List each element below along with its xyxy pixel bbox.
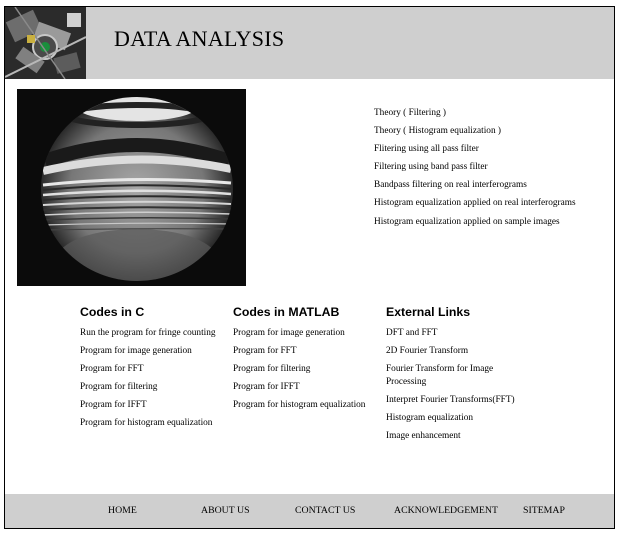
footer-link-contact-us[interactable]: CONTACT US [295, 505, 355, 516]
link-histeq-sample-images[interactable]: Histogram equalization applied on sample… [374, 213, 576, 231]
link-matlab-image-generation[interactable]: Program for image generation [233, 327, 373, 340]
link-c-fringe-counting[interactable]: Run the program for fringe counting [80, 327, 216, 340]
link-dft-and-fft[interactable]: DFT and FFT [386, 327, 521, 340]
footer-link-sitemap[interactable]: SITEMAP [523, 505, 565, 516]
interferogram-image [17, 89, 246, 286]
link-c-fft[interactable]: Program for FFT [80, 363, 216, 376]
footer-nav: HOME ABOUT US CONTACT US ACKNOWLEDGEMENT… [5, 494, 614, 528]
link-matlab-filtering[interactable]: Program for filtering [233, 363, 373, 376]
link-interpret-fourier-transforms[interactable]: Interpret Fourier Transforms(FFT) [386, 394, 521, 407]
link-band-pass-filter[interactable]: Filtering using band pass filter [374, 158, 576, 176]
theory-links-list: Theory ( Filtering ) Theory ( Histogram … [374, 104, 576, 231]
link-image-enhancement[interactable]: Image enhancement [386, 430, 521, 443]
page-frame: DATA ANALYSIS Theory (Filtering) Theor… [4, 6, 615, 529]
link-matlab-histogram-equalization[interactable]: Program for histogram equalization [233, 399, 373, 412]
link-2d-fourier-transform[interactable]: 2D Fourier Transform [386, 345, 521, 358]
link-fourier-image-processing[interactable]: Fourier Transform for Image Processing [386, 363, 521, 388]
external-links-heading: External Links [386, 305, 471, 319]
link-theory-filtering[interactable]: Theory ( Filtering ) [374, 104, 576, 122]
footer-link-about-us[interactable]: ABOUT US [201, 505, 250, 516]
external-links-section: External Links DFT and FFT 2D Fourier Tr… [386, 305, 521, 448]
link-c-ifft[interactable]: Program for IFFT [80, 399, 216, 412]
link-c-image-generation[interactable]: Program for image generation [80, 345, 216, 358]
header-bar: DATA ANALYSIS [5, 7, 614, 79]
apparatus-logo-image [5, 7, 86, 79]
link-bandpass-real-interferograms[interactable]: Bandpass filtering on real interferogram… [374, 176, 576, 194]
codes-matlab-section: Codes in MATLAB Program for image genera… [233, 305, 373, 417]
footer-link-acknowledgement[interactable]: ACKNOWLEDGEMENT [394, 505, 498, 516]
codes-c-section: Codes in C Run the program for fringe co… [80, 305, 216, 435]
footer-link-home[interactable]: HOME [108, 505, 137, 516]
link-matlab-ifft[interactable]: Program for IFFT [233, 381, 373, 394]
link-matlab-fft[interactable]: Program for FFT [233, 345, 373, 358]
codes-c-heading: Codes in C [80, 305, 145, 319]
link-histogram-equalization[interactable]: Histogram equalization [386, 412, 521, 425]
codes-matlab-heading: Codes in MATLAB [233, 305, 340, 319]
page-title: DATA ANALYSIS [114, 26, 285, 51]
link-c-histogram-equalization[interactable]: Program for histogram equalization [80, 417, 216, 430]
link-histeq-real-interferograms[interactable]: Histogram equalization applied on real i… [374, 194, 576, 212]
link-all-pass-filter[interactable]: Flitering using all pass filter [374, 140, 576, 158]
link-theory-histogram-equalization[interactable]: Theory ( Histogram equalization ) [374, 122, 576, 140]
link-c-filtering[interactable]: Program for filtering [80, 381, 216, 394]
